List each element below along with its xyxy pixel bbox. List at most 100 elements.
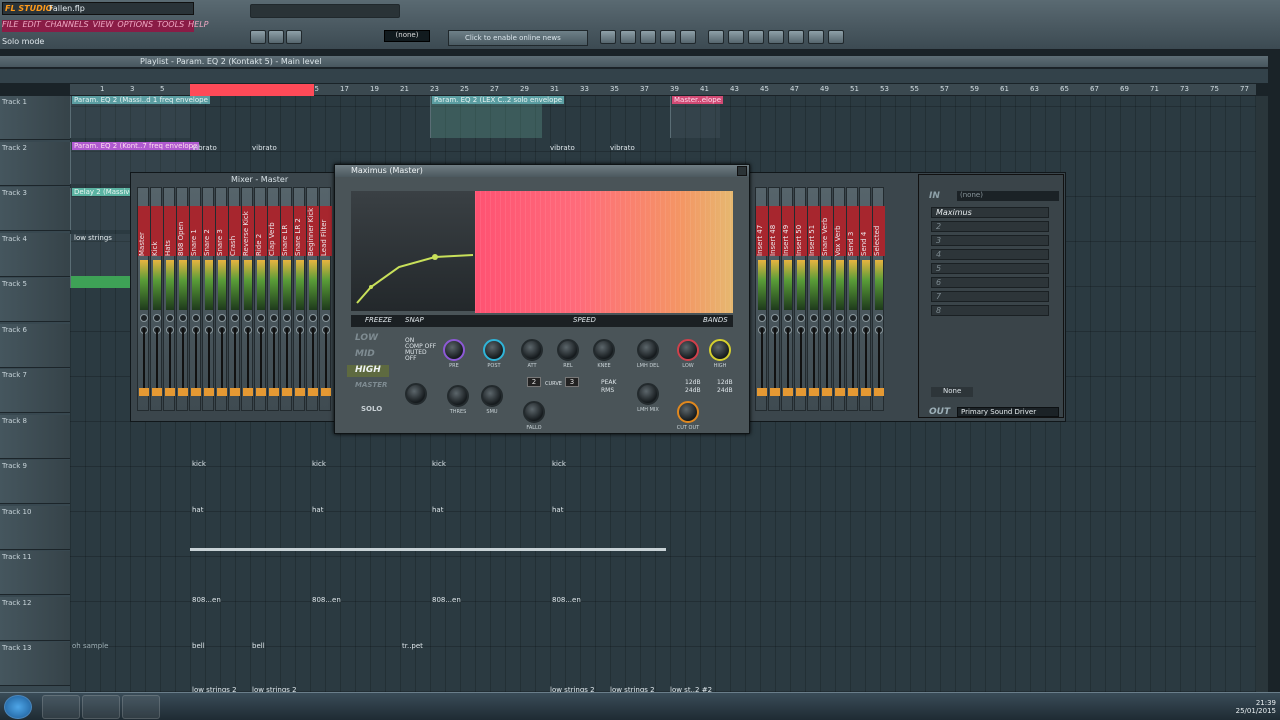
pattern-clip[interactable] bbox=[70, 276, 130, 288]
fx-enable-button[interactable] bbox=[809, 388, 819, 396]
pan-knob[interactable] bbox=[296, 314, 304, 322]
mixer-strip[interactable]: Hats bbox=[163, 187, 176, 411]
pattern-clip[interactable]: oh sample bbox=[72, 642, 108, 650]
explorer-icon[interactable] bbox=[42, 695, 80, 719]
mixer-strip[interactable]: Snare Verb bbox=[820, 187, 833, 411]
fx-enable-button[interactable] bbox=[139, 388, 149, 396]
pan-knob[interactable] bbox=[140, 314, 148, 322]
mixer-strip[interactable]: Snare 2 bbox=[202, 187, 215, 411]
lmh-mix-knob[interactable] bbox=[637, 383, 659, 405]
volume-fader[interactable] bbox=[787, 328, 789, 388]
help-icon[interactable] bbox=[828, 30, 844, 44]
pan-knob[interactable] bbox=[862, 314, 870, 322]
fx-slot[interactable]: 7 bbox=[931, 291, 1049, 302]
mixer-strip[interactable]: Snare 1 bbox=[189, 187, 202, 411]
fx-enable-button[interactable] bbox=[178, 388, 188, 396]
send-none-selector[interactable]: None bbox=[931, 387, 973, 397]
automation-clip[interactable]: Param. EQ 2 (Massi..d 1 freq envelope bbox=[70, 96, 210, 138]
volume-fader[interactable] bbox=[800, 328, 802, 388]
volume-fader[interactable] bbox=[774, 328, 776, 388]
clipboard-icon[interactable] bbox=[808, 30, 824, 44]
cpu-icon[interactable] bbox=[768, 30, 784, 44]
pattern-clip[interactable]: kick bbox=[552, 460, 566, 468]
volume-fader[interactable] bbox=[852, 328, 854, 388]
mixer-strip[interactable]: Crash bbox=[228, 187, 241, 411]
step-sequencer-icon[interactable] bbox=[620, 30, 636, 44]
fx-enable-button[interactable] bbox=[204, 388, 214, 396]
track-header[interactable]: Track 2 bbox=[0, 141, 70, 186]
pattern-clip[interactable]: hat bbox=[192, 506, 203, 514]
fx-enable-button[interactable] bbox=[282, 388, 292, 396]
track-header[interactable]: Track 13 bbox=[0, 642, 70, 686]
fx-slot[interactable]: 5 bbox=[931, 263, 1049, 274]
pan-knob[interactable] bbox=[205, 314, 213, 322]
pattern-clip[interactable]: tr..pet bbox=[402, 642, 423, 650]
volume-fader[interactable] bbox=[169, 328, 171, 388]
high-cut-knob[interactable] bbox=[709, 339, 731, 361]
pan-knob[interactable] bbox=[810, 314, 818, 322]
fx-enable-button[interactable] bbox=[757, 388, 767, 396]
input-selector[interactable]: (none) bbox=[957, 191, 1059, 201]
undo-icon[interactable] bbox=[708, 30, 724, 44]
curve-a-selector[interactable]: 2 bbox=[527, 377, 541, 387]
snap-button[interactable]: SNAP bbox=[405, 316, 424, 324]
band-master-button[interactable]: MASTER bbox=[347, 381, 389, 393]
compression-curve-graph[interactable] bbox=[351, 191, 475, 311]
volume-fader[interactable] bbox=[299, 328, 301, 388]
render-icon[interactable] bbox=[748, 30, 764, 44]
band-low-button[interactable]: LOW bbox=[347, 333, 389, 345]
volume-fader[interactable] bbox=[878, 328, 880, 388]
pattern-selector[interactable]: (none) bbox=[384, 30, 430, 42]
pre-gain-knob[interactable] bbox=[443, 339, 465, 361]
playlist-scrollbar[interactable] bbox=[1256, 96, 1268, 692]
cut-out-knob[interactable] bbox=[677, 401, 699, 423]
loop-region[interactable] bbox=[190, 84, 314, 96]
curve-handle[interactable] bbox=[432, 254, 438, 260]
fx-enable-button[interactable] bbox=[295, 388, 305, 396]
volume-fader[interactable] bbox=[156, 328, 158, 388]
fx-enable-button[interactable] bbox=[152, 388, 162, 396]
speed-button[interactable]: SPEED bbox=[573, 316, 596, 324]
band-gain-knob[interactable] bbox=[405, 383, 427, 405]
pattern-clip[interactable]: 808...en bbox=[432, 596, 461, 604]
knee-knob[interactable] bbox=[593, 339, 615, 361]
pan-knob[interactable] bbox=[192, 314, 200, 322]
pan-knob[interactable] bbox=[270, 314, 278, 322]
mixer-strip[interactable]: Kick bbox=[150, 187, 163, 411]
piano-roll-icon[interactable] bbox=[640, 30, 656, 44]
mixer-strip[interactable]: Reverse Kick bbox=[241, 187, 254, 411]
fx-slot[interactable]: 8 bbox=[931, 305, 1049, 316]
chrome-icon[interactable] bbox=[82, 695, 120, 719]
volume-fader[interactable] bbox=[234, 328, 236, 388]
record-button[interactable] bbox=[286, 30, 302, 44]
track-header[interactable]: Track 6 bbox=[0, 323, 70, 368]
mixer-icon[interactable] bbox=[680, 30, 696, 44]
pattern-clip[interactable]: vibrato bbox=[610, 144, 635, 152]
volume-fader[interactable] bbox=[143, 328, 145, 388]
mixer-strip[interactable]: Clap Verb bbox=[267, 187, 280, 411]
high-slope-12db[interactable]: 12dB bbox=[717, 379, 733, 386]
fx-enable-button[interactable] bbox=[321, 388, 331, 396]
track-header[interactable]: Track 11 bbox=[0, 551, 70, 595]
high-slope-24db[interactable]: 24dB bbox=[717, 387, 733, 394]
fx-enable-button[interactable] bbox=[269, 388, 279, 396]
fx-enable-button[interactable] bbox=[835, 388, 845, 396]
mixer-strip[interactable]: Snare LR 2 bbox=[293, 187, 306, 411]
volume-fader[interactable] bbox=[865, 328, 867, 388]
fx-enable-button[interactable] bbox=[861, 388, 871, 396]
menu-channels[interactable]: CHANNELS bbox=[45, 20, 89, 29]
pan-knob[interactable] bbox=[849, 314, 857, 322]
menu-edit[interactable]: EDIT bbox=[22, 20, 40, 29]
pattern-clip[interactable] bbox=[190, 548, 666, 551]
automation-clip[interactable]: Master..elope bbox=[670, 96, 723, 138]
release-knob[interactable] bbox=[557, 339, 579, 361]
pattern-clip[interactable]: kick bbox=[432, 460, 446, 468]
mixer-strip[interactable]: Selected bbox=[872, 187, 885, 411]
mixer-strip[interactable]: Ride 2 bbox=[254, 187, 267, 411]
volume-fader[interactable] bbox=[208, 328, 210, 388]
pattern-clip[interactable]: vibrato bbox=[550, 144, 575, 152]
volume-fader[interactable] bbox=[221, 328, 223, 388]
volume-fader[interactable] bbox=[260, 328, 262, 388]
pattern-clip[interactable]: 808...en bbox=[552, 596, 581, 604]
fx-enable-button[interactable] bbox=[848, 388, 858, 396]
